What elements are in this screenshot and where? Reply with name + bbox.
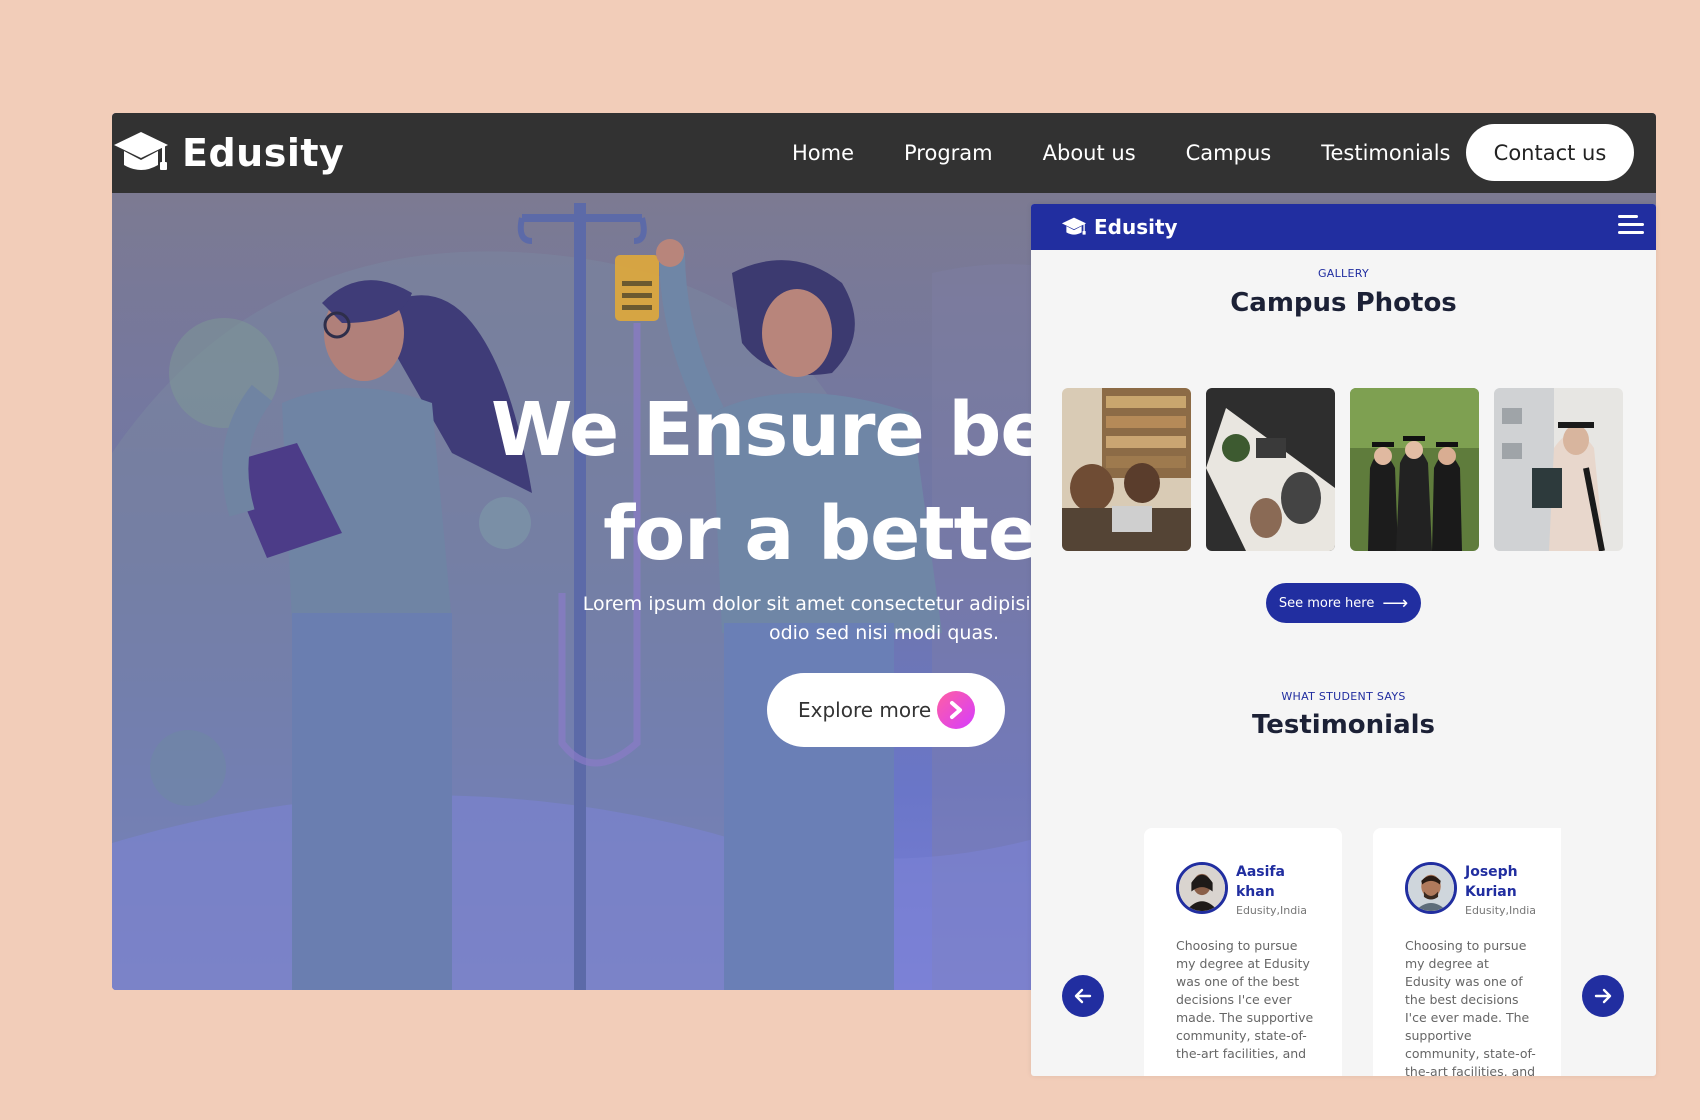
avatar	[1405, 862, 1457, 914]
nav-campus[interactable]: Campus	[1186, 141, 1272, 165]
arrow-left-icon[interactable]	[1062, 975, 1104, 1017]
carousel-fade	[1561, 814, 1581, 1076]
testimonial-text: Choosing to pursue my degree at Edusity …	[1176, 938, 1314, 1061]
testimonial-card: Aasifa khan Edusity,India Choosing to pu…	[1144, 828, 1342, 1076]
brand-logo[interactable]: Edusity	[112, 113, 344, 193]
mobile-mockup: Edusity GALLERY Campus Photos See more h…	[1031, 204, 1656, 1076]
nav-links: Home Program About us Campus Testimonial…	[792, 113, 1501, 193]
testimonial-name: Joseph Kurian	[1465, 864, 1518, 900]
campus-photo-graduate-hijab[interactable]	[1494, 388, 1623, 551]
nav-about-us[interactable]: About us	[1043, 141, 1136, 165]
testimonial-card: Joseph Kurian Edusity,India Choosing to …	[1373, 828, 1561, 1076]
gallery-photos	[1062, 388, 1638, 551]
testimonial-location: Edusity,India	[1236, 904, 1308, 917]
testimonial-text: Choosing to pursue my degree at Edusity …	[1405, 938, 1536, 1076]
campus-photo-library[interactable]	[1062, 388, 1191, 551]
top-navbar: Edusity Home Program About us Campus Tes…	[112, 113, 1656, 193]
nav-home[interactable]: Home	[792, 141, 854, 165]
testimonials-eyebrow: WHAT STUDENT SAYS	[1281, 690, 1406, 703]
testimonials-heading: Testimonials	[1251, 710, 1436, 740]
arrow-right-icon: ⟶	[1382, 592, 1409, 614]
graduation-cap-icon	[1061, 217, 1087, 235]
hamburger-menu-icon[interactable]	[1618, 215, 1644, 239]
brand-name: Edusity	[182, 131, 345, 175]
explore-more-button[interactable]: Explore more	[767, 673, 1005, 747]
contact-us-button[interactable]: Contact us	[1466, 124, 1634, 181]
nav-program[interactable]: Program	[904, 141, 993, 165]
nav-testimonials[interactable]: Testimonials	[1321, 141, 1450, 165]
explore-more-label: Explore more	[798, 698, 932, 722]
testimonial-location: Edusity,India	[1465, 904, 1537, 917]
gallery-eyebrow: GALLERY	[1317, 267, 1369, 280]
campus-photo-study-table[interactable]	[1206, 388, 1335, 551]
see-more-label: See more here	[1278, 595, 1375, 611]
see-more-button[interactable]: See more here ⟶	[1266, 583, 1421, 623]
testimonial-name: Aasifa khan	[1236, 864, 1285, 900]
mobile-brand-name: Edusity	[1094, 215, 1178, 239]
campus-photo-graduates[interactable]	[1350, 388, 1479, 551]
mobile-navbar: Edusity	[1031, 204, 1656, 250]
arrow-right-icon[interactable]	[1582, 975, 1624, 1017]
avatar	[1176, 862, 1228, 914]
chevron-right-icon	[937, 691, 975, 729]
graduation-cap-icon	[114, 132, 168, 170]
gallery-heading: Campus Photos	[1230, 288, 1457, 318]
